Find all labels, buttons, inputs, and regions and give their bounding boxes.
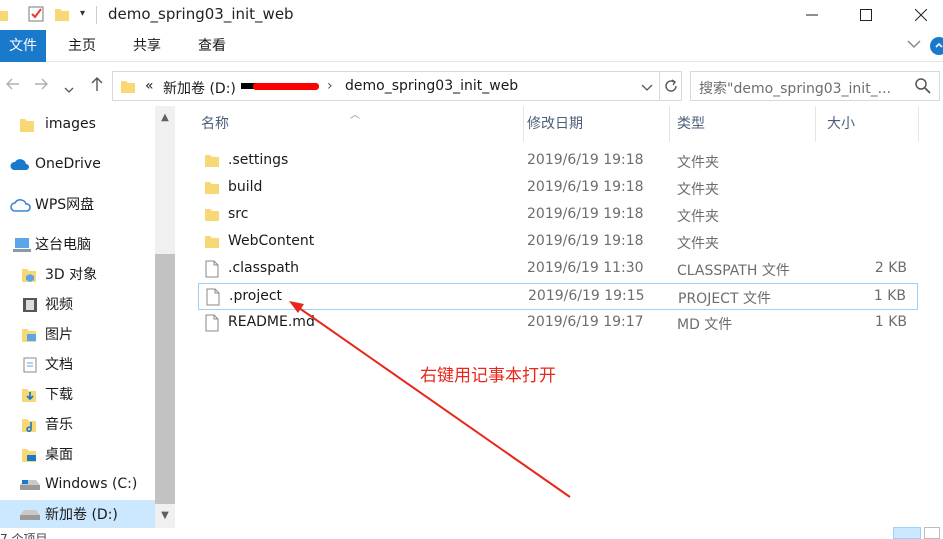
- status-item-count: 7 个项目: [0, 532, 48, 539]
- details-view-icon[interactable]: [893, 527, 921, 539]
- annotation-arrow: [289, 301, 571, 498]
- large-icons-view-icon[interactable]: [924, 527, 940, 539]
- annotation-text: 右键用记事本打开: [420, 366, 556, 386]
